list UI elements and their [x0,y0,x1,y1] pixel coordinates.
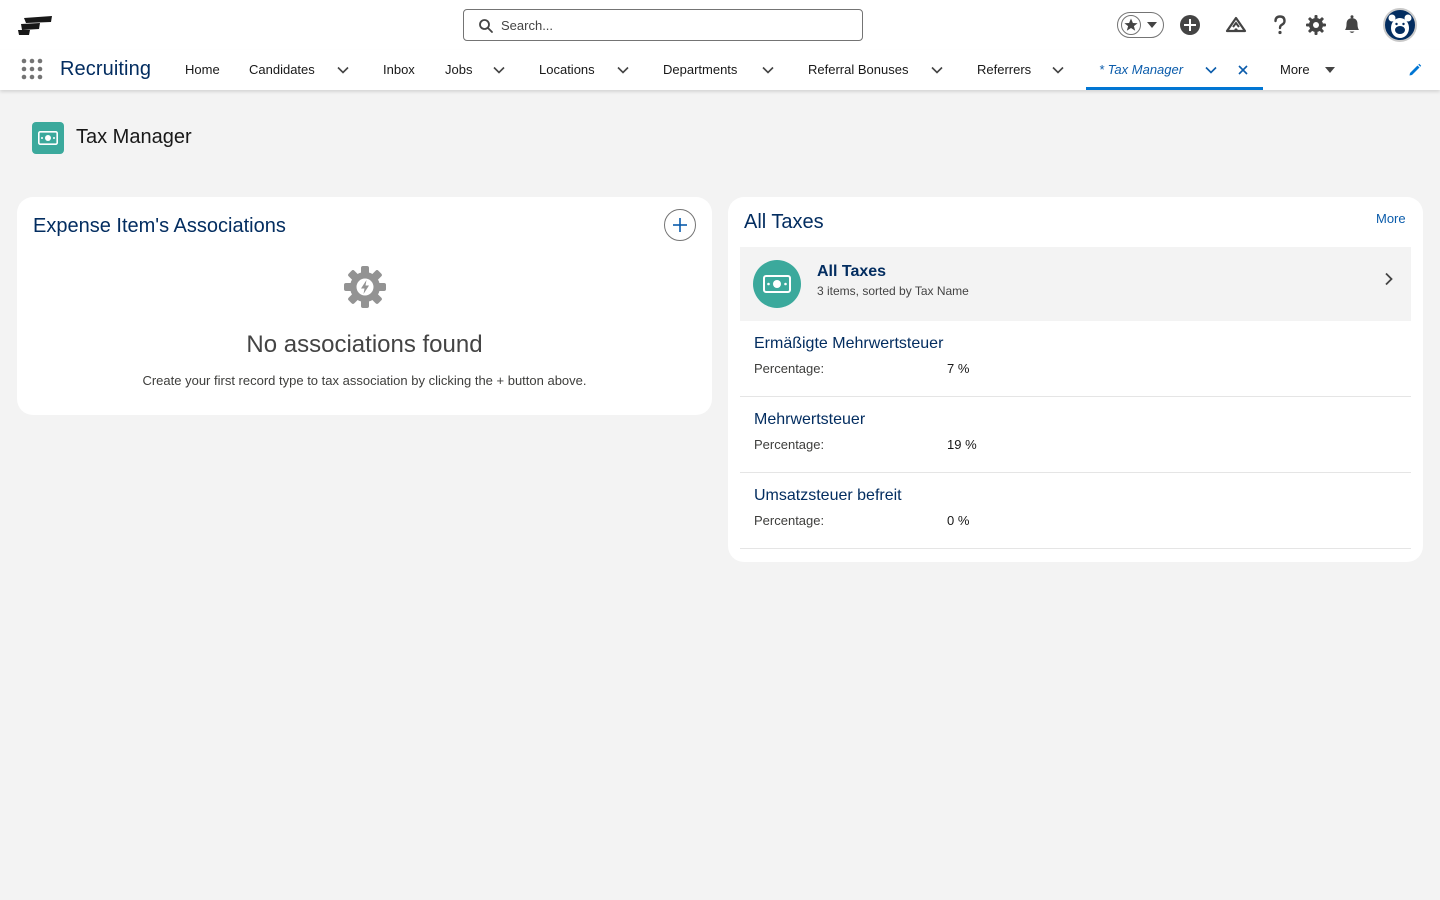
trailhead-icon[interactable] [1224,13,1248,37]
nav-item-candidates[interactable]: Candidates [249,50,359,90]
nav-item-label: Locations [539,62,595,77]
nav-item-label: Candidates [249,62,315,77]
add-association-button[interactable] [664,209,696,241]
nav-item-home[interactable]: Home [185,50,225,90]
chevron-right-icon [1385,272,1393,286]
caret-down-icon [1325,67,1335,73]
list-view-title: All Taxes [817,263,887,280]
all-taxes-card-title: All Taxes [744,211,824,233]
page-title: Tax Manager [76,126,192,148]
nav-item-tax-manager[interactable]: * Tax Manager [1086,50,1263,90]
chevron-down-icon[interactable] [617,64,629,76]
tax-name-link[interactable]: Umsatzsteuer befreit [754,487,902,505]
gear-bolt-icon [344,266,386,308]
chevron-down-icon[interactable] [931,64,943,76]
app-launcher-grid-icon[interactable] [21,58,43,80]
tax-row[interactable]: Umsatzsteuer befreit Percentage: 0 % [740,473,1411,549]
nav-item-referrers[interactable]: Referrers [977,50,1067,90]
tax-field-label: Percentage: [754,437,825,452]
nav-item-label: Referrers [977,62,1032,77]
edit-nav-pencil-icon[interactable] [1408,63,1422,77]
nav-item-label: Jobs [445,62,473,77]
tax-manager-page-icon [32,122,64,154]
nav-item-label: Departments [663,62,738,77]
app-name: Recruiting [60,58,152,80]
avatar-bear-icon [1388,14,1412,38]
money-icon [38,131,58,145]
chevron-down-icon[interactable] [1205,64,1217,76]
nav-item-label: * Tax Manager [1099,62,1184,77]
list-view-subtitle: 3 items, sorted by Tax Name [817,284,969,298]
help-icon[interactable] [1268,13,1292,37]
close-tab-icon[interactable] [1237,64,1249,76]
user-avatar[interactable] [1383,8,1417,42]
nav-item-label: Inbox [383,62,415,77]
expense-associations-card: Expense Item's Associations No associati… [17,197,712,415]
nav-item-label: Referral Bonuses [808,62,909,77]
tax-list-icon [753,260,801,308]
chevron-down-icon[interactable] [493,64,505,76]
tax-name-link[interactable]: Ermäßigte Mehrwertsteuer [754,335,943,353]
chevron-down-icon[interactable] [762,64,774,76]
empty-state-text: Create your first record type to tax ass… [142,373,587,388]
nav-item-inbox[interactable]: Inbox [383,50,423,90]
tax-row[interactable]: Ermäßigte Mehrwertsteuer Percentage: 7 % [740,321,1411,397]
nav-item-locations[interactable]: Locations [539,50,639,90]
plus-icon [673,218,687,232]
nav-item-label: Home [185,62,220,77]
tax-field-label: Percentage: [754,361,825,376]
nav-item-jobs[interactable]: Jobs [445,50,515,90]
associations-card-title: Expense Item's Associations [33,215,286,237]
tax-percentage-value: 0 % [947,513,970,528]
tax-percentage-value: 19 % [947,437,977,452]
search-icon [479,19,493,33]
tax-row[interactable]: Mehrwertsteuer Percentage: 19 % [740,397,1411,473]
tax-percentage-value: 7 % [947,361,970,376]
star-icon [1121,15,1141,35]
tax-name-link[interactable]: Mehrwertsteuer [754,411,865,429]
setup-gear-icon[interactable] [1304,13,1328,37]
list-view-header[interactable]: All Taxes 3 items, sorted by Tax Name [740,247,1411,321]
nav-item-departments[interactable]: Departments [663,50,788,90]
global-header [0,0,1440,50]
chevron-down-icon[interactable] [337,64,349,76]
empty-state-title: No associations found [246,331,483,358]
notifications-bell-icon[interactable] [1340,13,1364,37]
chevron-down-icon[interactable] [1052,64,1064,76]
nav-item-label: More [1280,62,1310,77]
nav-item-more[interactable]: More [1280,50,1340,90]
global-actions-add-icon[interactable] [1178,13,1202,37]
tax-field-label: Percentage: [754,513,825,528]
global-search[interactable] [463,9,863,41]
nav-item-referral-bonuses[interactable]: Referral Bonuses [808,50,948,90]
money-icon [763,275,791,293]
app-navigation-bar: Recruiting Home Candidates Inbox Jobs Lo… [0,50,1440,90]
chevron-down-icon [1147,22,1157,28]
favorites-button[interactable] [1117,12,1164,38]
more-link[interactable]: More [1376,211,1406,226]
app-logo-icon[interactable] [18,14,54,36]
all-taxes-card: All Taxes More All Taxes 3 items, sorted… [728,197,1423,562]
search-input[interactable] [501,15,841,35]
